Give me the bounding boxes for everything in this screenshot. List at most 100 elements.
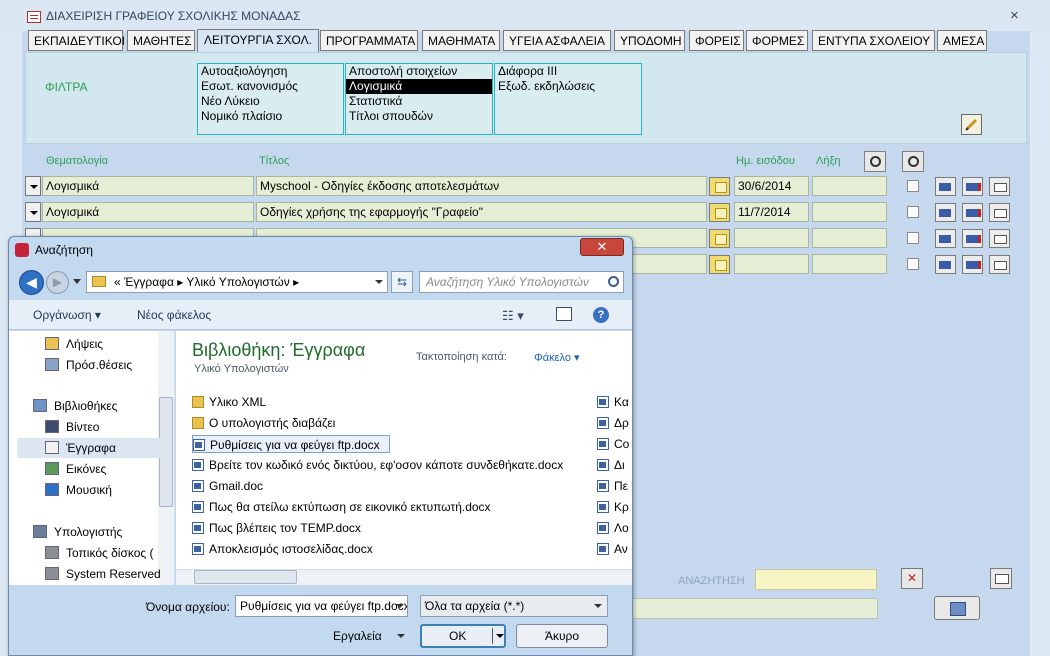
tab-5[interactable]: ΜΑΘΗΜΑΤΑ (422, 30, 500, 51)
chevron-down-icon[interactable] (375, 280, 383, 284)
filter-list-1[interactable]: Αυτοαξιολόγηση Εσωτ. κανονισμός Νέο Λύκειο… (197, 63, 344, 135)
filter-option[interactable]: Τίτλοι σπουδών (346, 109, 492, 124)
tab-1[interactable]: ΕΚΠΑΙΔΕΥΤΙΚΟΙ (28, 30, 125, 51)
entry-date-cell[interactable]: 11/7/2014 (734, 202, 809, 222)
title-cell[interactable]: Myschool - Οδηγίες έκδοσης αποτελεσμάτων (256, 176, 707, 196)
expiry-cell[interactable] (812, 176, 887, 196)
note-icon[interactable] (709, 229, 730, 248)
tab-2[interactable]: ΜΑΘΗΤΕΣ (127, 30, 195, 51)
search-magnifier-button-2[interactable] (902, 151, 924, 172)
chevron-down-icon[interactable] (396, 604, 404, 608)
run-search-button[interactable] (934, 596, 980, 620)
filter-option[interactable]: Αυτοαξιολόγηση (198, 64, 343, 79)
filter-option[interactable]: Νομικό πλαίσιο (198, 109, 343, 124)
delete-record-icon[interactable] (962, 203, 983, 222)
details-icon[interactable] (989, 255, 1010, 274)
file-list-item-col2[interactable]: Δι (597, 456, 631, 474)
filter-list-2[interactable]: Αποστολή στοιχείων Λογισμικά Στατιστικά Τίτ… (345, 63, 493, 135)
view-options-icon[interactable]: ☷ ▾ (502, 308, 524, 324)
topic-cell[interactable]: Λογισμικά (42, 202, 254, 222)
filter-option[interactable]: Εσωτ. κανονισμός (198, 79, 343, 94)
edit-pencil-button[interactable] (961, 114, 982, 135)
file-list-item[interactable]: Ρυθμίσεις για να φεύγει ftp.docx (192, 435, 390, 453)
file-list-item-col2[interactable]: Δρ (597, 414, 631, 432)
ok-button[interactable]: OK (420, 624, 506, 648)
file-list-item-col2[interactable]: Πε (597, 477, 631, 495)
preview-pane-icon[interactable] (556, 307, 572, 321)
delete-record-icon[interactable] (962, 229, 983, 248)
filter-list-3[interactable]: Διάφορα ΙΙΙ Εξωδ. εκδηλώσεις (494, 63, 642, 135)
file-list-item-col2[interactable]: Co (597, 435, 631, 453)
filter-option[interactable]: Στατιστικά (346, 94, 492, 109)
row-checkbox[interactable] (907, 232, 919, 244)
tab-10[interactable]: ΕΝΤΥΠΑ ΣΧΟΛΕΙΟΥ (812, 30, 935, 51)
filter-option[interactable]: Λογισμικά (346, 79, 492, 94)
forward-button[interactable]: ▶ (46, 271, 69, 294)
details-icon[interactable] (989, 203, 1010, 222)
entry-date-cell[interactable]: 30/6/2014 (734, 176, 809, 196)
topic-cell[interactable]: Λογισμικά (42, 176, 254, 196)
filename-input[interactable]: Ρυθμίσεις για να φεύγει ftp.docx (235, 595, 408, 617)
chevron-down-icon[interactable] (496, 634, 504, 638)
expiry-cell[interactable] (812, 202, 887, 222)
tools-menu[interactable]: Εργαλεία (333, 629, 382, 643)
edit-record-icon[interactable] (935, 177, 956, 196)
tab-11[interactable]: ΑΜΕΣΑ (937, 30, 987, 51)
dialog-close-button[interactable]: ✕ (580, 238, 624, 256)
file-type-select[interactable]: Όλα τα αρχεία (*.*) (420, 595, 608, 617)
delete-record-icon[interactable] (962, 177, 983, 196)
bottom-text-field[interactable] (595, 598, 878, 619)
row-checkbox[interactable] (907, 258, 919, 270)
organize-menu[interactable]: Οργάνωση ▾ (33, 308, 101, 322)
row-checkbox[interactable] (907, 180, 919, 192)
row-selector-dropdown[interactable] (25, 176, 41, 196)
note-icon[interactable] (709, 255, 730, 274)
search-magnifier-button-1[interactable] (864, 151, 886, 172)
history-dropdown-icon[interactable] (73, 279, 81, 284)
horizontal-scrollbar-thumb[interactable] (194, 570, 297, 584)
refresh-button[interactable]: ⇆ (391, 271, 413, 293)
details-icon[interactable] (989, 229, 1010, 248)
new-folder-button[interactable]: Νέος φάκελος (137, 308, 211, 322)
edit-record-icon[interactable] (935, 255, 956, 274)
file-list-item-col2[interactable]: Αν (597, 540, 631, 558)
note-icon[interactable] (709, 177, 730, 196)
tab-6[interactable]: ΥΓΕΙΑ ΑΣΦΑΛΕΙΑ (503, 30, 611, 51)
tab-8[interactable]: ΦΟΡΕΙΣ (689, 30, 744, 51)
new-record-button[interactable] (990, 568, 1012, 589)
cancel-button[interactable]: Άκυρο (516, 624, 608, 648)
row-checkbox[interactable] (907, 206, 919, 218)
back-button[interactable]: ◀ (19, 270, 44, 295)
file-list-item-col2[interactable]: Λο (597, 519, 631, 537)
search-input[interactable] (755, 569, 877, 590)
expiry-cell[interactable] (812, 228, 887, 248)
tab-9[interactable]: ΦΟΡΜΕΣ (746, 30, 808, 51)
window-close-button[interactable]: × (1010, 7, 1019, 24)
tab-7[interactable]: ΥΠΟΔΟΜΗ (614, 30, 685, 51)
filter-option[interactable]: Εξωδ. εκδηλώσεις (495, 79, 641, 94)
help-icon[interactable]: ? (593, 307, 609, 323)
clear-search-button[interactable] (901, 568, 923, 589)
delete-record-icon[interactable] (962, 255, 983, 274)
filter-option[interactable]: Νέο Λύκειο (198, 94, 343, 109)
dialog-search-input[interactable]: Αναζήτηση Υλικό Υπολογιστών (419, 271, 624, 293)
filter-option[interactable]: Διάφορα ΙΙΙ (495, 64, 641, 79)
address-bar[interactable]: « Έγγραφα ▸ Υλικό Υπολογιστών ▸ (86, 271, 388, 293)
entry-date-cell[interactable] (734, 228, 809, 248)
expiry-cell[interactable] (812, 254, 887, 274)
tab-4[interactable]: ΠΡΟΓΡΑΜΜΑΤΑ (320, 30, 418, 51)
file-list-item-col2[interactable]: Κα (597, 393, 631, 411)
details-icon[interactable] (989, 177, 1010, 196)
entry-date-cell[interactable] (734, 254, 809, 274)
nav-item[interactable]: Έγγραφα (17, 438, 165, 458)
title-cell[interactable]: Οδηγίες χρήσης της εφαρμογής "Γραφείο" (256, 202, 707, 222)
filter-option[interactable]: Αποστολή στοιχείων (346, 64, 492, 79)
note-icon[interactable] (709, 203, 730, 222)
tab-3[interactable]: ΛΕΙΤΟΥΡΓΙΑ ΣΧΟΛ. (197, 29, 319, 52)
chevron-down-icon[interactable] (397, 634, 405, 638)
file-list-item-col2[interactable]: Κρ (597, 498, 631, 516)
edit-record-icon[interactable] (935, 203, 956, 222)
sort-dropdown[interactable]: Φάκελο ▾ (534, 351, 580, 364)
edit-record-icon[interactable] (935, 229, 956, 248)
row-selector-dropdown[interactable] (25, 202, 41, 222)
